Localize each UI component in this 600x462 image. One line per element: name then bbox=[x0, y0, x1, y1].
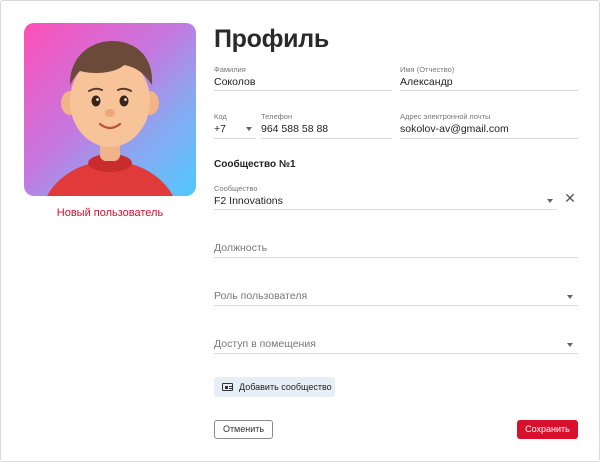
community-label: Сообщество bbox=[214, 184, 258, 193]
phone-label: Телефон bbox=[261, 112, 293, 121]
access-select[interactable]: Доступ в помещения bbox=[214, 331, 578, 354]
community-section-title: Сообщество №1 bbox=[214, 159, 296, 170]
add-community-button[interactable]: Добавить сообщество bbox=[214, 377, 335, 397]
chevron-down-icon bbox=[567, 343, 573, 347]
phone-code-label: Код bbox=[214, 112, 227, 121]
first-name-label: Имя (Отчество) bbox=[400, 65, 455, 74]
access-placeholder: Доступ в помещения bbox=[214, 338, 316, 350]
id-card-icon bbox=[222, 383, 233, 391]
community-value: F2 Innovations bbox=[214, 195, 283, 207]
cancel-button[interactable]: Отменить bbox=[214, 420, 273, 439]
last-name-value: Соколов bbox=[214, 76, 256, 88]
profile-window: Новый пользователь Профиль Фамилия Сокол… bbox=[0, 0, 600, 462]
save-button[interactable]: Сохранить bbox=[517, 420, 578, 439]
phone-code-select[interactable]: Код +7 bbox=[214, 112, 256, 139]
email-label: Адрес электронной почты bbox=[400, 112, 491, 121]
close-icon[interactable]: ✕ bbox=[563, 191, 577, 205]
last-name-field[interactable]: Фамилия Соколов bbox=[214, 65, 392, 91]
chevron-down-icon bbox=[547, 199, 553, 203]
position-input[interactable]: Должность bbox=[214, 235, 578, 258]
email-field[interactable]: Адрес электронной почты sokolov-av@gmail… bbox=[400, 112, 578, 139]
first-name-field[interactable]: Имя (Отчество) Александр bbox=[400, 65, 578, 91]
phone-field[interactable]: Телефон 964 588 58 88 bbox=[261, 112, 392, 139]
chevron-down-icon bbox=[567, 295, 573, 299]
add-community-label: Добавить сообщество bbox=[239, 382, 332, 392]
last-name-label: Фамилия bbox=[214, 65, 246, 74]
role-select[interactable]: Роль пользователя bbox=[214, 283, 578, 306]
phone-value: 964 588 58 88 bbox=[261, 123, 329, 135]
new-user-label: Новый пользователь bbox=[56, 207, 164, 219]
role-placeholder: Роль пользователя bbox=[214, 290, 308, 302]
phone-code-value: +7 bbox=[214, 123, 226, 135]
chevron-down-icon bbox=[246, 127, 252, 131]
page-title: Профиль bbox=[214, 25, 329, 53]
email-value: sokolov-av@gmail.com bbox=[400, 123, 509, 135]
avatar[interactable] bbox=[24, 23, 196, 196]
avatar-illustration bbox=[47, 41, 173, 196]
community-select[interactable]: Сообщество F2 Innovations bbox=[214, 184, 557, 210]
first-name-value: Александр bbox=[400, 76, 453, 88]
position-placeholder: Должность bbox=[214, 242, 268, 254]
